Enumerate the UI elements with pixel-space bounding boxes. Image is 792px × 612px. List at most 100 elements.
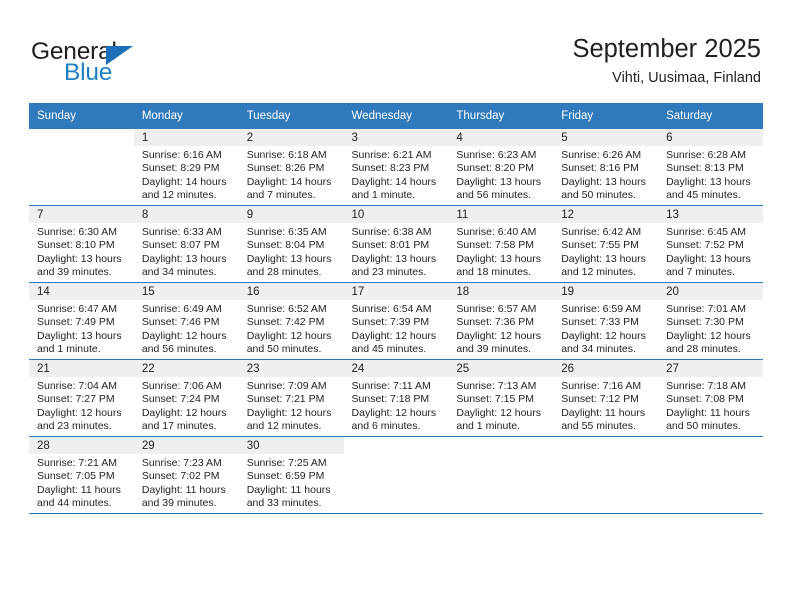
- calendar-day-cell[interactable]: 25 Sunrise: 7:13 AM Sunset: 7:15 PM Dayligh…: [448, 359, 554, 437]
- day-number: 30: [238, 437, 344, 454]
- day-detail-daylight1: Daylight: 12 hours: [246, 329, 332, 342]
- day-detail-daylight1: Daylight: 13 hours: [246, 252, 332, 265]
- calendar-day-cell[interactable]: 27 Sunrise: 7:18 AM Sunset: 7:08 PM Dayligh…: [658, 359, 763, 437]
- weekday-header-tuesday: Tuesday: [238, 103, 344, 129]
- calendar-day-cell[interactable]: 23 Sunrise: 7:09 AM Sunset: 7:21 PM Dayligh…: [238, 359, 344, 437]
- day-detail-sunset: Sunset: 7:21 PM: [246, 393, 325, 406]
- calendar-day-cell[interactable]: 26 Sunrise: 7:16 AM Sunset: 7:12 PM Dayligh…: [553, 359, 659, 437]
- day-detail-daylight2: and 23 minutes.: [37, 420, 112, 433]
- day-cell-inner: [29, 129, 134, 205]
- day-details: [343, 454, 449, 457]
- day-number: 8: [133, 206, 239, 223]
- day-cell-inner: 13 Sunrise: 6:45 AM Sunset: 7:52 PM Dayligh…: [658, 206, 763, 282]
- day-number: 28: [29, 437, 134, 454]
- day-detail-sunrise: Sunrise: 6:18 AM: [246, 149, 327, 161]
- calendar-day-cell[interactable]: 15 Sunrise: 6:49 AM Sunset: 7:46 PM Dayligh…: [133, 282, 239, 360]
- calendar-day-cell[interactable]: 12 Sunrise: 6:42 AM Sunset: 7:55 PM Dayligh…: [553, 205, 659, 283]
- day-detail-daylight2: and 1 minute.: [351, 189, 416, 202]
- day-number: 25: [448, 360, 554, 377]
- general-blue-logo[interactable]: General Blue: [31, 38, 231, 90]
- calendar-week-row: 28 Sunrise: 7:21 AM Sunset: 7:05 PM Dayligh…: [29, 436, 763, 514]
- calendar-week-row: 1 Sunrise: 6:16 AM Sunset: 8:29 PM Daylight…: [29, 128, 763, 206]
- location-subtitle: Vihti, Uusimaa, Finland: [612, 70, 761, 86]
- day-details: Sunrise: 6:26 AM Sunset: 8:16 PM Daylight:…: [553, 146, 658, 203]
- day-detail-sunrise: Sunrise: 7:13 AM: [456, 380, 537, 392]
- calendar-day-cell[interactable]: 1 Sunrise: 6:16 AM Sunset: 8:29 PM Daylight…: [133, 128, 239, 206]
- day-detail-daylight2: and 39 minutes.: [37, 266, 112, 279]
- day-detail-sunset: Sunset: 8:23 PM: [351, 162, 430, 175]
- day-detail-daylight2: and 55 minutes.: [561, 420, 636, 433]
- calendar-day-cell[interactable]: 22 Sunrise: 7:06 AM Sunset: 7:24 PM Dayligh…: [133, 359, 239, 437]
- day-number: 3: [343, 129, 449, 146]
- day-cell-inner: 11 Sunrise: 6:40 AM Sunset: 7:58 PM Dayligh…: [448, 206, 554, 282]
- day-detail-daylight2: and 6 minutes.: [351, 420, 421, 433]
- day-detail-daylight1: Daylight: 13 hours: [456, 175, 542, 188]
- calendar-day-cell[interactable]: 30 Sunrise: 7:25 AM Sunset: 6:59 PM Dayligh…: [238, 436, 344, 514]
- day-detail-daylight1: Daylight: 12 hours: [351, 406, 437, 419]
- calendar-day-cell[interactable]: 3 Sunrise: 6:21 AM Sunset: 8:23 PM Daylight…: [343, 128, 449, 206]
- day-detail-daylight1: Daylight: 13 hours: [37, 329, 122, 342]
- day-detail-daylight1: Daylight: 12 hours: [456, 406, 542, 419]
- day-detail-daylight2: and 23 minutes.: [351, 266, 427, 279]
- calendar-day-cell[interactable]: 16 Sunrise: 6:52 AM Sunset: 7:42 PM Dayligh…: [238, 282, 344, 360]
- day-detail-sunrise: Sunrise: 6:45 AM: [666, 226, 747, 238]
- day-detail-sunrise: Sunrise: 7:25 AM: [246, 457, 327, 469]
- day-detail-daylight1: Daylight: 12 hours: [37, 406, 122, 419]
- calendar-day-cell[interactable]: 21 Sunrise: 7:04 AM Sunset: 7:27 PM Dayligh…: [29, 359, 134, 437]
- day-number: 6: [658, 129, 763, 146]
- day-details: Sunrise: 7:23 AM Sunset: 7:02 PM Daylight:…: [134, 454, 239, 511]
- day-cell-inner: [343, 437, 449, 513]
- day-details: Sunrise: 7:01 AM Sunset: 7:30 PM Daylight:…: [658, 300, 763, 357]
- calendar-day-cell[interactable]: 18 Sunrise: 6:57 AM Sunset: 7:36 PM Dayligh…: [448, 282, 554, 360]
- day-number: 15: [133, 283, 239, 300]
- day-detail-daylight1: Daylight: 13 hours: [666, 175, 751, 188]
- day-detail-sunrise: Sunrise: 6:16 AM: [141, 149, 222, 161]
- calendar-day-cell[interactable]: 9 Sunrise: 6:35 AM Sunset: 8:04 PM Daylight…: [238, 205, 344, 283]
- calendar-day-cell[interactable]: 14 Sunrise: 6:47 AM Sunset: 7:49 PM Dayligh…: [29, 282, 134, 360]
- day-detail-sunset: Sunset: 8:20 PM: [456, 162, 535, 175]
- calendar-day-cell[interactable]: 13 Sunrise: 6:45 AM Sunset: 7:52 PM Dayligh…: [658, 205, 763, 283]
- day-details: Sunrise: 6:18 AM Sunset: 8:26 PM Daylight:…: [239, 146, 344, 203]
- day-cell-inner: [553, 437, 659, 513]
- day-number: 24: [343, 360, 449, 377]
- calendar-day-cell[interactable]: 19 Sunrise: 6:59 AM Sunset: 7:33 PM Dayligh…: [553, 282, 659, 360]
- calendar-day-cell[interactable]: 8 Sunrise: 6:33 AM Sunset: 8:07 PM Daylight…: [133, 205, 239, 283]
- calendar-day-cell[interactable]: 2 Sunrise: 6:18 AM Sunset: 8:26 PM Daylight…: [238, 128, 344, 206]
- calendar-day-cell[interactable]: 20 Sunrise: 7:01 AM Sunset: 7:30 PM Dayligh…: [658, 282, 763, 360]
- day-number: 21: [29, 360, 134, 377]
- day-detail-daylight1: Daylight: 11 hours: [561, 406, 646, 419]
- calendar-day-cell[interactable]: 4 Sunrise: 6:23 AM Sunset: 8:20 PM Daylight…: [448, 128, 554, 206]
- calendar-cell-empty: [29, 128, 134, 206]
- day-detail-daylight2: and 1 minute.: [37, 343, 101, 356]
- day-cell-inner: 20 Sunrise: 7:01 AM Sunset: 7:30 PM Dayligh…: [658, 283, 763, 359]
- calendar-day-cell[interactable]: 6 Sunrise: 6:28 AM Sunset: 8:13 PM Daylight…: [658, 128, 763, 206]
- calendar-day-cell[interactable]: 11 Sunrise: 6:40 AM Sunset: 7:58 PM Dayligh…: [448, 205, 554, 283]
- day-details: Sunrise: 6:45 AM Sunset: 7:52 PM Daylight:…: [658, 223, 763, 280]
- day-details: Sunrise: 7:11 AM Sunset: 7:18 PM Daylight:…: [344, 377, 449, 434]
- day-details: Sunrise: 7:21 AM Sunset: 7:05 PM Daylight:…: [29, 454, 134, 511]
- day-detail-daylight1: Daylight: 12 hours: [456, 329, 542, 342]
- day-detail-sunrise: Sunrise: 7:23 AM: [141, 457, 222, 469]
- day-detail-sunset: Sunset: 7:30 PM: [666, 316, 744, 329]
- day-number: 11: [448, 206, 554, 223]
- day-cell-inner: 23 Sunrise: 7:09 AM Sunset: 7:21 PM Dayligh…: [238, 360, 344, 436]
- calendar-day-cell[interactable]: 17 Sunrise: 6:54 AM Sunset: 7:39 PM Dayligh…: [343, 282, 449, 360]
- calendar-day-cell[interactable]: 7 Sunrise: 6:30 AM Sunset: 8:10 PM Daylight…: [29, 205, 134, 283]
- day-details: Sunrise: 6:21 AM Sunset: 8:23 PM Daylight:…: [344, 146, 449, 203]
- day-detail-daylight2: and 50 minutes.: [561, 189, 636, 202]
- day-detail-sunrise: Sunrise: 6:57 AM: [456, 303, 537, 315]
- calendar-day-cell[interactable]: 5 Sunrise: 6:26 AM Sunset: 8:16 PM Daylight…: [553, 128, 659, 206]
- day-number: 18: [448, 283, 554, 300]
- weekday-header-thursday: Thursday: [448, 103, 554, 129]
- day-details: Sunrise: 6:28 AM Sunset: 8:13 PM Daylight:…: [658, 146, 763, 203]
- day-detail-daylight1: Daylight: 11 hours: [141, 483, 226, 496]
- calendar-day-cell[interactable]: 24 Sunrise: 7:11 AM Sunset: 7:18 PM Dayligh…: [343, 359, 449, 437]
- day-details: Sunrise: 6:49 AM Sunset: 7:46 PM Daylight:…: [134, 300, 239, 357]
- calendar-cell-empty: [658, 436, 763, 514]
- calendar-day-cell[interactable]: 10 Sunrise: 6:38 AM Sunset: 8:01 PM Dayligh…: [343, 205, 449, 283]
- calendar-day-cell[interactable]: 29 Sunrise: 7:23 AM Sunset: 7:02 PM Dayligh…: [133, 436, 239, 514]
- day-detail-sunrise: Sunrise: 7:01 AM: [666, 303, 747, 315]
- calendar-day-cell[interactable]: 28 Sunrise: 7:21 AM Sunset: 7:05 PM Dayligh…: [29, 436, 134, 514]
- day-number: 16: [238, 283, 344, 300]
- day-detail-sunrise: Sunrise: 7:09 AM: [246, 380, 327, 392]
